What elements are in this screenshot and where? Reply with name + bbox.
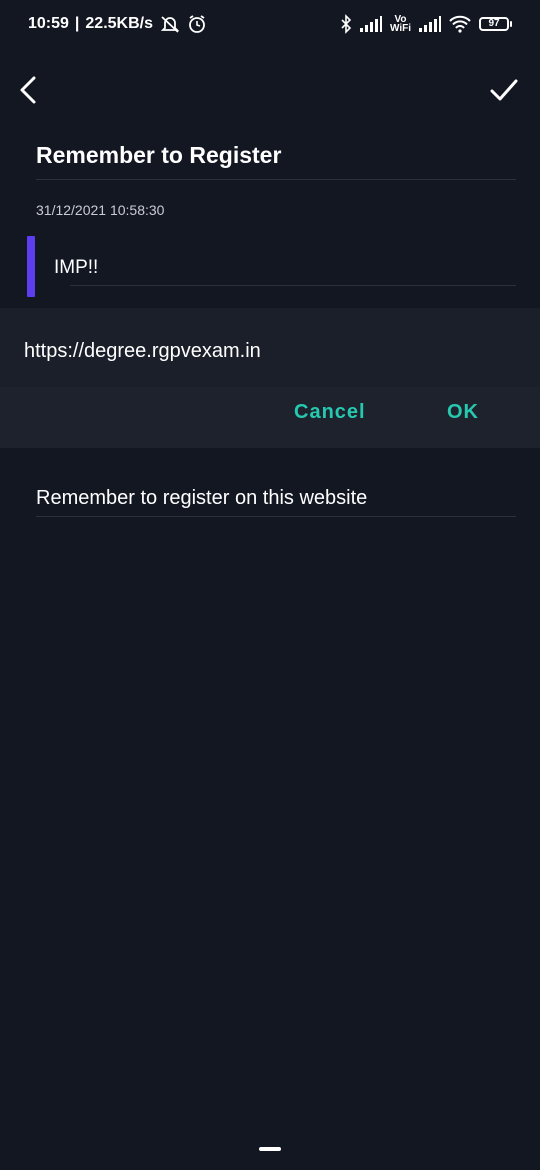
checkmark-icon <box>490 79 518 101</box>
battery-level: 97 <box>479 17 509 31</box>
bell-muted-icon <box>159 14 181 34</box>
title-divider <box>36 179 516 180</box>
home-indicator[interactable] <box>259 1147 281 1151</box>
back-button[interactable] <box>14 74 46 106</box>
signal-icon <box>359 16 382 32</box>
status-right: Vo WiFi 97 <box>340 14 512 34</box>
vowifi-indicator: Vo WiFi <box>389 15 411 34</box>
note-timestamp: 31/12/2021 10:58:30 <box>36 202 165 218</box>
wifi-label: WiFi <box>389 23 411 34</box>
signal-icon-2 <box>419 16 441 32</box>
note-tag-input[interactable]: IMP!! <box>54 257 98 279</box>
ok-button[interactable]: OK <box>447 401 479 424</box>
alarm-icon <box>187 14 207 34</box>
cancel-button[interactable]: Cancel <box>294 401 366 424</box>
top-bar <box>0 68 540 112</box>
save-button[interactable] <box>488 74 520 106</box>
priority-indicator <box>27 236 35 297</box>
battery-tip <box>510 21 512 27</box>
dialog-actions: Cancel OK <box>0 387 540 448</box>
bluetooth-icon <box>340 14 352 34</box>
battery-icon: 97 <box>479 17 512 31</box>
link-dialog: https://degree.rgpvexam.in Cancel OK <box>0 308 540 448</box>
status-separator: | <box>74 15 80 32</box>
note-body-input[interactable]: Remember to register on this website <box>36 487 367 510</box>
tag-divider <box>70 285 516 286</box>
note-title-input[interactable]: Remember to Register <box>36 142 516 169</box>
chevron-left-icon <box>20 76 36 104</box>
status-left: 10:59 | 22.5KB/s <box>28 14 207 34</box>
wifi-icon <box>449 15 471 33</box>
status-bar: 10:59 | 22.5KB/s Vo WiFi 97 <box>0 0 540 48</box>
status-time: 10:59 <box>28 15 69 32</box>
link-url[interactable]: https://degree.rgpvexam.in <box>24 340 261 363</box>
network-speed: 22.5KB/s <box>85 15 153 32</box>
body-divider <box>36 516 516 517</box>
